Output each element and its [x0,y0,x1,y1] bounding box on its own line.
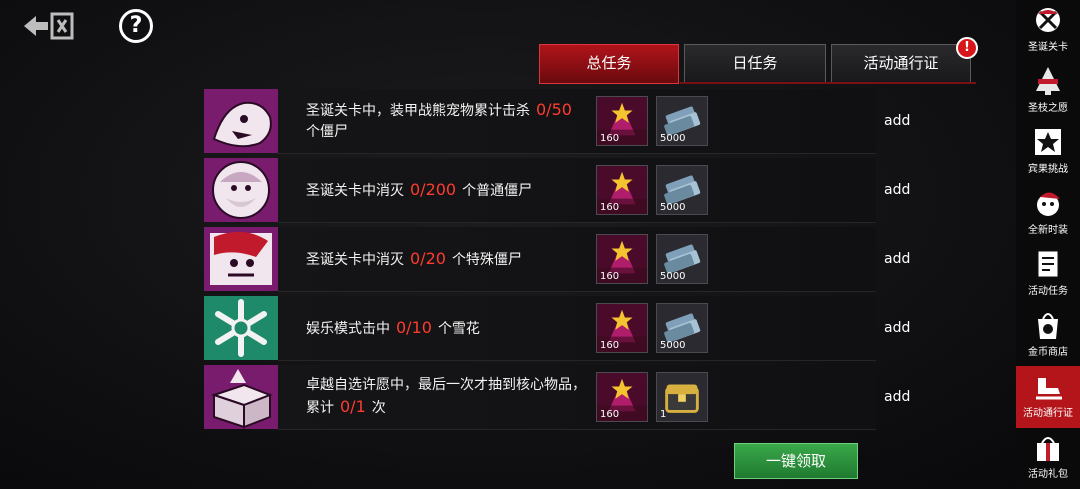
sidebar-item-label: 活动任务 [1028,286,1068,297]
santa-hat-icon [1032,187,1064,219]
sidebar-item[interactable]: 圣枝之愿 [1016,61,1080,123]
task-description: 圣诞关卡中，装甲战熊宠物累计击杀 0/50个僵尸 [306,89,591,153]
christmas-tree-icon [1032,65,1064,97]
sidebar-item[interactable]: 金币商店 [1016,305,1080,367]
reward-slot[interactable]: 1 [656,372,708,422]
santa-icon [204,158,278,222]
task-progress: 0/20 [410,248,446,268]
reward-quantity: 1 [660,409,667,420]
task-description: 圣诞关卡中消灭 0/200 个普通僵尸 [306,158,591,222]
reward-slot[interactable]: 160 [596,96,648,146]
add-button[interactable]: add [884,158,910,222]
add-button[interactable]: add [884,227,910,291]
back-arrow-icon [24,12,74,40]
help-button[interactable]: ? [119,9,153,43]
sidebar-item-label: 全新时装 [1028,225,1068,236]
reward-quantity: 160 [600,271,620,282]
sidebar-item[interactable]: 圣诞关卡 [1016,0,1080,62]
sidebar-item-label: 金币商店 [1028,347,1068,358]
reward-slot[interactable]: 160 [596,234,648,284]
bear-icon [204,89,278,153]
task-row: 圣诞关卡中消灭 0/20 个特殊僵尸 160 5000 add [204,227,910,292]
tab-label: 总任务 [586,54,632,72]
reward-slot[interactable]: 160 [596,372,648,422]
tab-label: 活动通行证 [863,54,939,72]
event-sidebar: 圣诞关卡 圣枝之愿 宾果挑战 全新时装 活动任务 金币商店 活动通行证 活动礼包 [1016,0,1080,489]
task-text: 圣诞关卡中消灭 0/200 个普通僵尸 [306,179,533,199]
reward-quantity: 160 [600,409,620,420]
sidebar-item-label: 活动通行证 [1023,408,1073,419]
reward-slot[interactable]: 160 [596,165,648,215]
shopping-bag-icon [1032,309,1064,341]
task-text: 娱乐模式击中 0/10 个雪花 [306,317,480,337]
task-row: 卓越自选许愿中，最后一次才抽到核心物品，累计 0/1 次 160 1 add [204,365,910,430]
reward-slot[interactable]: 5000 [656,303,708,353]
sidebar-item-label: 圣诞关卡 [1028,42,1068,53]
reward-quantity: 5000 [660,340,686,351]
christmas-stage-icon [1032,4,1064,36]
reward-slot[interactable]: 5000 [656,96,708,146]
gift-box-icon [204,365,278,429]
claim-all-button[interactable]: 一键领取 [734,443,858,479]
sleigh-icon [1032,370,1064,402]
reward-slot[interactable]: 5000 [656,234,708,284]
task-notepad-icon [1032,248,1064,280]
tab-label: 日任务 [732,54,778,72]
add-button[interactable]: add [884,365,910,429]
sidebar-item[interactable]: 活动任务 [1016,244,1080,306]
sidebar-item-label: 活动礼包 [1028,469,1068,480]
snowflake-icon [204,296,278,360]
zombie-santa-icon [204,227,278,291]
add-button[interactable]: add [884,89,910,153]
reward-quantity: 160 [600,340,620,351]
task-description: 卓越自选许愿中，最后一次才抽到核心物品，累计 0/1 次 [306,365,591,429]
task-progress: 0/50 [536,100,572,119]
gift-pack-icon [1032,431,1064,463]
tab-daily-tasks[interactable]: 日任务 [684,44,826,84]
task-description: 圣诞关卡中消灭 0/20 个特殊僵尸 [306,227,591,291]
sidebar-item[interactable]: 宾果挑战 [1016,122,1080,184]
reward-slot[interactable]: 5000 [656,165,708,215]
tab-total-tasks[interactable]: 总任务 [539,44,679,84]
back-button[interactable] [20,10,76,42]
task-text: 卓越自选许愿中，最后一次才抽到核心物品，累计 0/1 次 [306,377,586,416]
task-description: 娱乐模式击中 0/10 个雪花 [306,296,591,360]
sidebar-item[interactable]: 全新时装 [1016,183,1080,245]
bingo-star-icon [1032,126,1064,158]
task-progress: 0/200 [410,179,457,199]
tab-underline [680,82,976,84]
tab-event-pass[interactable]: 活动通行证 ! [831,37,978,84]
reward-quantity: 160 [600,202,620,213]
task-text: 圣诞关卡中消灭 0/20 个特殊僵尸 [306,248,522,268]
task-text: 圣诞关卡中，装甲战熊宠物累计击杀 0/50个僵尸 [306,100,572,140]
task-row: 娱乐模式击中 0/10 个雪花 160 5000 add [204,296,910,361]
task-progress: 0/10 [396,317,432,337]
reward-quantity: 5000 [660,202,686,213]
alert-badge: ! [956,37,978,59]
task-progress: 0/1 [340,397,366,416]
task-row: 圣诞关卡中消灭 0/200 个普通僵尸 160 5000 add [204,158,910,223]
reward-quantity: 5000 [660,133,686,144]
sidebar-item-label: 宾果挑战 [1028,164,1068,175]
sidebar-item-label: 圣枝之愿 [1028,103,1068,114]
reward-slot[interactable]: 160 [596,303,648,353]
task-row: 圣诞关卡中，装甲战熊宠物累计击杀 0/50个僵尸 160 5000 add [204,89,910,154]
sidebar-item[interactable]: 活动礼包 [1016,427,1080,489]
add-button[interactable]: add [884,296,910,360]
reward-quantity: 160 [600,133,620,144]
sidebar-item[interactable]: 活动通行证 [1016,366,1080,428]
reward-quantity: 5000 [660,271,686,282]
